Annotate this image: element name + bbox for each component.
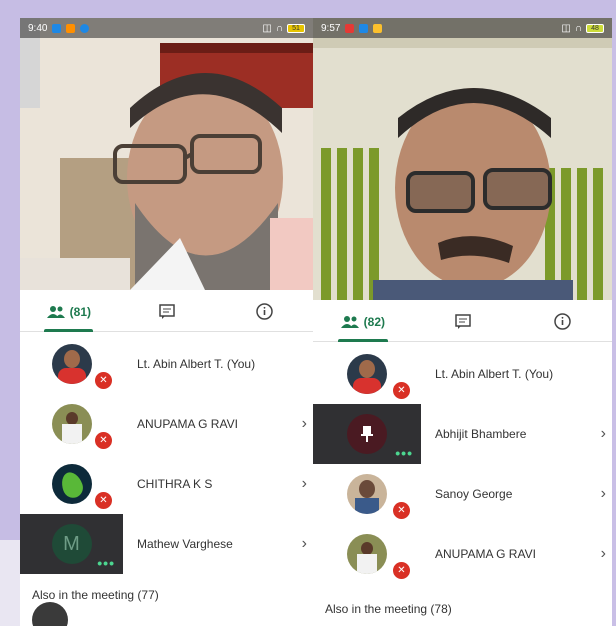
meeting-tabs: (81) bbox=[20, 292, 313, 332]
headset-icon: ∩ bbox=[574, 22, 582, 34]
meeting-tabs: (82) bbox=[313, 302, 612, 342]
participant-thumb: ✕ bbox=[313, 464, 421, 524]
tab-people[interactable]: (81) bbox=[20, 292, 118, 332]
status-bar: 9:40 ◫ ∩ 51 bbox=[20, 18, 313, 38]
people-count: (82) bbox=[363, 314, 385, 329]
status-time: 9:57 bbox=[321, 22, 341, 34]
tab-info[interactable] bbox=[512, 302, 612, 341]
participant-thumb: ✕ bbox=[313, 524, 421, 584]
participant-list: ✕ Lt. Abin Albert T. (You) ✕ ANUPAMA G R… bbox=[20, 334, 313, 574]
vibrate-icon: ◫ bbox=[262, 22, 272, 34]
participant-name: CHITHRA K S bbox=[137, 477, 213, 491]
chevron-right-icon: › bbox=[301, 415, 307, 432]
speaking-indicator-icon: ••• bbox=[97, 555, 115, 571]
participant-name: ANUPAMA G RAVI bbox=[137, 417, 238, 431]
video-person-illustration bbox=[313, 18, 612, 300]
info-icon bbox=[255, 303, 273, 320]
battery-icon: 51 bbox=[287, 23, 305, 33]
avatar bbox=[347, 354, 387, 394]
participant-name: Lt. Abin Albert T. (You) bbox=[137, 357, 256, 371]
people-icon bbox=[46, 305, 65, 318]
mic-off-icon: ✕ bbox=[94, 431, 113, 450]
avatar bbox=[51, 404, 92, 444]
participant-name: Abhijit Bhambere bbox=[435, 427, 527, 441]
participant-row[interactable]: ••• Abhijit Bhambere › bbox=[313, 404, 612, 464]
avatar-initial: M bbox=[51, 524, 92, 564]
tab-info[interactable] bbox=[215, 292, 313, 331]
pin-icon bbox=[361, 426, 373, 442]
also-in-meeting-heading: Also in the meeting (78) bbox=[325, 602, 452, 616]
mic-off-icon: ✕ bbox=[392, 381, 411, 400]
avatar bbox=[347, 414, 387, 454]
facebook-icon bbox=[359, 23, 369, 33]
participant-row: ✕ Lt. Abin Albert T. (You) bbox=[20, 334, 313, 394]
participant-row[interactable]: M ••• Mathew Varghese › bbox=[20, 514, 313, 574]
participant-name: ANUPAMA G RAVI bbox=[435, 547, 536, 561]
chevron-right-icon: › bbox=[600, 545, 606, 562]
participant-thumb: ••• bbox=[313, 404, 421, 464]
tab-chat[interactable] bbox=[118, 292, 216, 331]
app-icon bbox=[373, 23, 383, 33]
participant-name: Sanoy George bbox=[435, 487, 513, 501]
chevron-right-icon: › bbox=[600, 485, 606, 502]
participant-thumb: ✕ bbox=[20, 334, 123, 394]
video-feed[interactable] bbox=[313, 18, 612, 300]
chevron-right-icon: › bbox=[600, 425, 606, 442]
mail-icon bbox=[345, 23, 355, 33]
participant-row[interactable]: ✕ CHITHRA K S › bbox=[20, 454, 313, 514]
mic-off-icon: ✕ bbox=[392, 501, 411, 520]
video-person-illustration bbox=[20, 18, 313, 290]
tab-chat[interactable] bbox=[413, 302, 513, 341]
avatar bbox=[347, 474, 387, 514]
mic-off-icon: ✕ bbox=[392, 561, 411, 580]
headset-icon: ∩ bbox=[275, 22, 283, 34]
participant-thumb: M ••• bbox=[20, 514, 123, 574]
app-icon bbox=[66, 23, 76, 33]
participant-row[interactable]: ✕ ANUPAMA G RAVI › bbox=[313, 524, 612, 584]
background-frame-bottom bbox=[0, 540, 22, 626]
avatar bbox=[347, 534, 387, 574]
phone-screen-left: 9:40 ◫ ∩ 51 (81) ✕ Lt. Abin Albert T. (Y… bbox=[20, 18, 313, 626]
chat-icon bbox=[158, 303, 175, 319]
info-icon bbox=[553, 313, 571, 330]
participant-thumb: ✕ bbox=[20, 454, 123, 514]
participant-row: ✕ Lt. Abin Albert T. (You) bbox=[313, 344, 612, 404]
chevron-right-icon: › bbox=[301, 475, 307, 492]
background-frame-top bbox=[0, 0, 616, 20]
background-frame bbox=[0, 0, 22, 626]
status-time: 9:40 bbox=[28, 22, 48, 34]
mic-off-icon: ✕ bbox=[94, 371, 113, 390]
speaking-indicator-icon: ••• bbox=[395, 445, 413, 461]
participant-thumb: ✕ bbox=[313, 344, 421, 404]
phone-screen-right: 9:57 ◫ ∩ 48 (82) ✕ Lt. Abin Albert T. (Y… bbox=[313, 18, 612, 626]
participant-thumb: ✕ bbox=[20, 394, 123, 454]
people-count: (81) bbox=[69, 304, 91, 319]
participant-row[interactable]: ✕ ANUPAMA G RAVI › bbox=[20, 394, 313, 454]
participant-name: Mathew Varghese bbox=[137, 537, 233, 551]
avatar bbox=[51, 344, 92, 384]
notification-icon bbox=[80, 23, 90, 33]
facebook-icon bbox=[52, 23, 62, 33]
participant-name: Lt. Abin Albert T. (You) bbox=[435, 367, 554, 381]
people-icon bbox=[340, 315, 359, 328]
video-feed[interactable] bbox=[20, 18, 313, 290]
participant-row[interactable]: ✕ Sanoy George › bbox=[313, 464, 612, 524]
chat-icon bbox=[454, 313, 471, 329]
tab-people[interactable]: (82) bbox=[313, 302, 413, 342]
status-bar: 9:57 ◫ ∩ 48 bbox=[313, 18, 612, 38]
avatar bbox=[51, 464, 92, 504]
vibrate-icon: ◫ bbox=[561, 22, 571, 34]
mic-off-icon: ✕ bbox=[94, 491, 113, 510]
chevron-right-icon: › bbox=[301, 535, 307, 552]
also-in-meeting-heading: Also in the meeting (77) bbox=[32, 588, 159, 602]
battery-icon: 48 bbox=[586, 23, 604, 33]
participant-list: ✕ Lt. Abin Albert T. (You) ••• Abhijit B… bbox=[313, 344, 612, 584]
